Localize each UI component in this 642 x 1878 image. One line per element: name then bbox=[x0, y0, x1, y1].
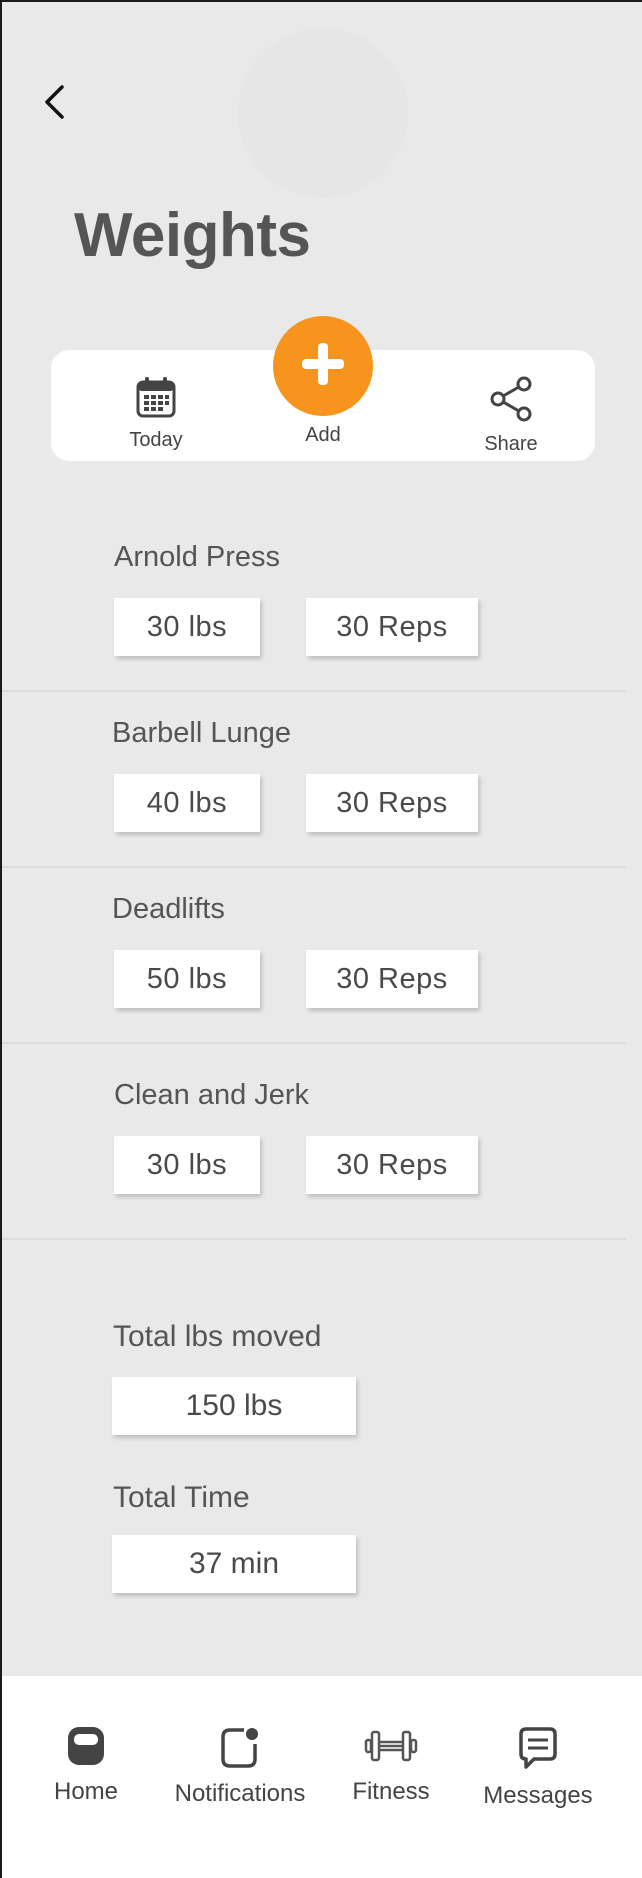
tab-home[interactable]: Home bbox=[40, 1726, 132, 1806]
tab-notifications[interactable]: Notifications bbox=[162, 1726, 318, 1808]
weight-field[interactable]: 40 lbs bbox=[114, 774, 260, 832]
total-lbs-value: 150 lbs bbox=[112, 1377, 356, 1435]
divider bbox=[2, 866, 626, 868]
total-time-label: Total Time bbox=[113, 1481, 250, 1514]
home-icon bbox=[67, 1726, 105, 1766]
calendar-icon bbox=[136, 376, 176, 423]
back-button[interactable] bbox=[36, 82, 72, 126]
share-label: Share bbox=[484, 433, 538, 455]
weight-field[interactable]: 30 lbs bbox=[114, 598, 260, 656]
tab-messages[interactable]: Messages bbox=[478, 1726, 598, 1810]
add-label: Add bbox=[305, 424, 341, 446]
today-button[interactable]: Today bbox=[106, 376, 206, 452]
reps-field[interactable]: 30 Reps bbox=[306, 774, 478, 832]
bottom-tab-bar: Home Notifications Fitness Messages bbox=[2, 1676, 642, 1878]
page-title: Weights bbox=[74, 201, 311, 270]
exercise-name: Arnold Press bbox=[114, 541, 281, 573]
reps-field[interactable]: 30 Reps bbox=[306, 950, 478, 1008]
divider bbox=[2, 690, 626, 692]
today-label: Today bbox=[129, 429, 183, 451]
divider bbox=[2, 1238, 626, 1240]
exercise-name: Barbell Lunge bbox=[112, 717, 291, 749]
share-icon bbox=[488, 376, 534, 427]
plus-icon bbox=[299, 340, 347, 393]
tab-notifications-label: Notifications bbox=[174, 1780, 306, 1807]
notifications-icon bbox=[220, 1726, 260, 1768]
tab-messages-label: Messages bbox=[483, 1782, 593, 1809]
action-toolbar: Today Add Share bbox=[51, 316, 595, 461]
exercise-name: Deadlifts bbox=[112, 893, 225, 925]
weight-field[interactable]: 50 lbs bbox=[114, 950, 260, 1008]
tab-fitness-label: Fitness bbox=[352, 1778, 430, 1805]
reps-field[interactable]: 30 Reps bbox=[306, 598, 478, 656]
chevron-left-icon bbox=[42, 84, 66, 125]
share-button[interactable]: Share bbox=[466, 376, 556, 456]
weight-field[interactable]: 30 lbs bbox=[114, 1136, 260, 1194]
divider bbox=[2, 1042, 626, 1044]
messages-icon bbox=[518, 1726, 558, 1770]
profile-placeholder bbox=[238, 28, 408, 198]
exercise-name: Clean and Jerk bbox=[114, 1079, 310, 1111]
dumbbell-icon bbox=[364, 1726, 418, 1766]
add-button[interactable]: Add bbox=[273, 316, 373, 447]
total-lbs-label: Total lbs moved bbox=[113, 1320, 322, 1353]
total-time-value: 37 min bbox=[112, 1535, 356, 1593]
reps-field[interactable]: 30 Reps bbox=[306, 1136, 478, 1194]
device-frame bbox=[0, 0, 642, 1878]
tab-fitness[interactable]: Fitness bbox=[345, 1726, 437, 1806]
add-circle bbox=[273, 316, 373, 416]
tab-home-label: Home bbox=[53, 1778, 119, 1805]
